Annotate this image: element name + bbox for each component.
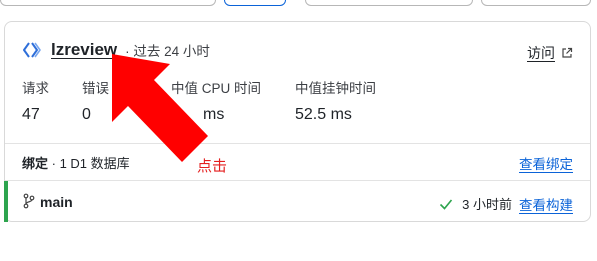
metric-requests: 请求 47	[22, 81, 49, 124]
top-button-4[interactable]	[481, 0, 591, 6]
metric-value: 52.5 ms	[295, 106, 352, 123]
worker-icon	[23, 41, 41, 59]
visit-link[interactable]: 访问	[527, 43, 573, 63]
deployment-row[interactable]: main 3 小时前 查看构建	[4, 181, 590, 222]
branch-name: main	[40, 194, 73, 210]
binding-label: 绑定	[22, 156, 49, 171]
top-button-2[interactable]	[224, 0, 286, 6]
top-button-1[interactable]	[0, 0, 216, 6]
metric-wall-time: 中值挂钟时间 52.5 ms	[295, 81, 376, 124]
view-bindings-link[interactable]: 查看绑定	[519, 153, 573, 173]
top-button-3[interactable]	[305, 0, 473, 6]
view-build-link[interactable]: 查看构建	[519, 194, 573, 214]
metric-label: 请求	[22, 81, 49, 96]
deployment-time: 3 小时前	[462, 197, 512, 212]
external-link-icon	[561, 47, 573, 59]
metric-value: 47	[22, 106, 40, 123]
annotation-arrow-icon	[112, 54, 208, 162]
metric-label: 中值挂钟时间	[295, 81, 376, 96]
visit-label: 访问	[527, 45, 555, 61]
status-bar	[4, 181, 8, 222]
annotation-text: 点击	[197, 158, 228, 175]
git-branch-icon	[22, 193, 36, 209]
check-icon	[439, 197, 453, 211]
deployment-status: 3 小时前	[439, 194, 512, 213]
